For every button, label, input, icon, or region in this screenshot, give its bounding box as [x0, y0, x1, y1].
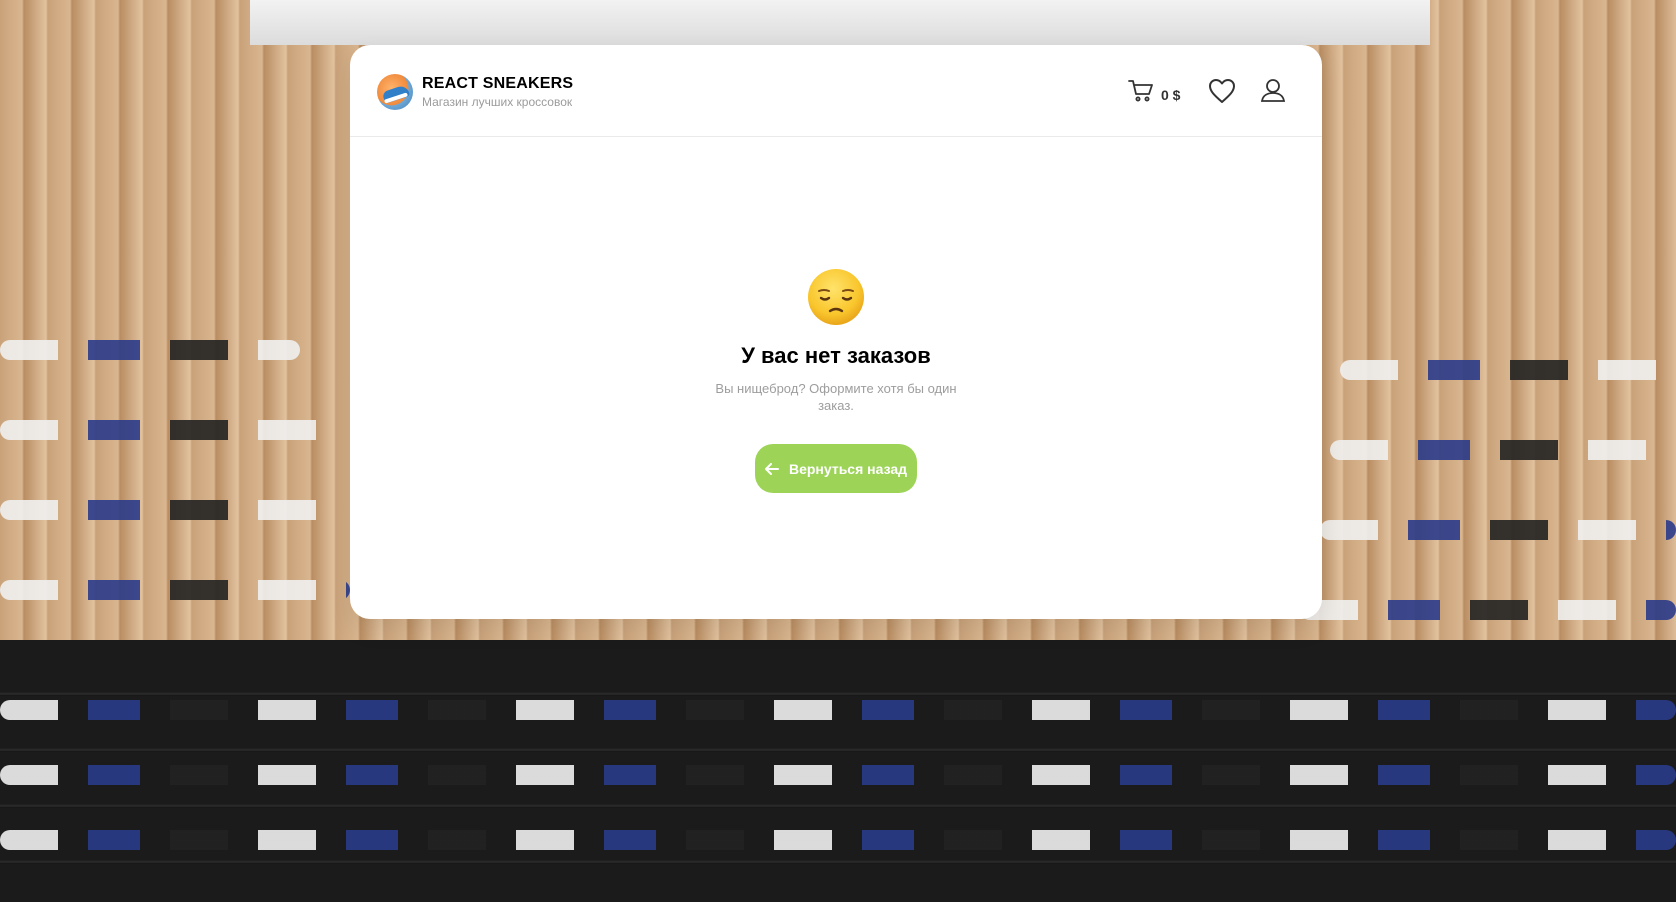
brand-subtitle: Магазин лучших кроссовок — [422, 95, 573, 109]
sneaker-logo-icon[interactable] — [377, 74, 413, 110]
background-shoe-row — [1340, 360, 1676, 380]
background-shoe-row — [0, 420, 330, 440]
cart-button[interactable]: 0 $ — [1128, 78, 1180, 104]
empty-state-title: У вас нет заказов — [741, 343, 931, 368]
pensive-face-emoji-icon — [806, 267, 866, 327]
background-shoe-row — [0, 830, 1676, 850]
heart-icon — [1208, 79, 1236, 108]
background-shoe-row — [0, 580, 350, 600]
favorites-button[interactable] — [1208, 78, 1236, 104]
main-card: REACT SNEAKERS Магазин лучших кроссовок … — [350, 45, 1322, 619]
background-shoe-row — [0, 700, 1676, 720]
background-ceiling — [250, 0, 1430, 45]
background-shoe-row — [1330, 440, 1676, 460]
brand-title[interactable]: REACT SNEAKERS — [422, 75, 573, 93]
background-shoe-row — [0, 765, 1676, 785]
go-back-button[interactable]: Вернуться назад — [755, 444, 917, 493]
user-icon — [1260, 79, 1286, 107]
arrow-left-icon — [764, 462, 779, 475]
cart-icon — [1128, 79, 1154, 103]
go-back-label: Вернуться назад — [788, 460, 908, 477]
background-shoe-row — [1320, 520, 1676, 540]
background-shoe-row — [1300, 600, 1676, 620]
empty-state-description: Вы нищеброд? Оформите хотя бы один заказ… — [715, 381, 957, 413]
header: REACT SNEAKERS Магазин лучших кроссовок … — [350, 45, 1322, 137]
cart-total: 0 $ — [1161, 87, 1181, 103]
profile-button[interactable] — [1260, 77, 1286, 103]
background-shoe-row — [0, 500, 340, 520]
background-shoe-row — [0, 340, 300, 360]
